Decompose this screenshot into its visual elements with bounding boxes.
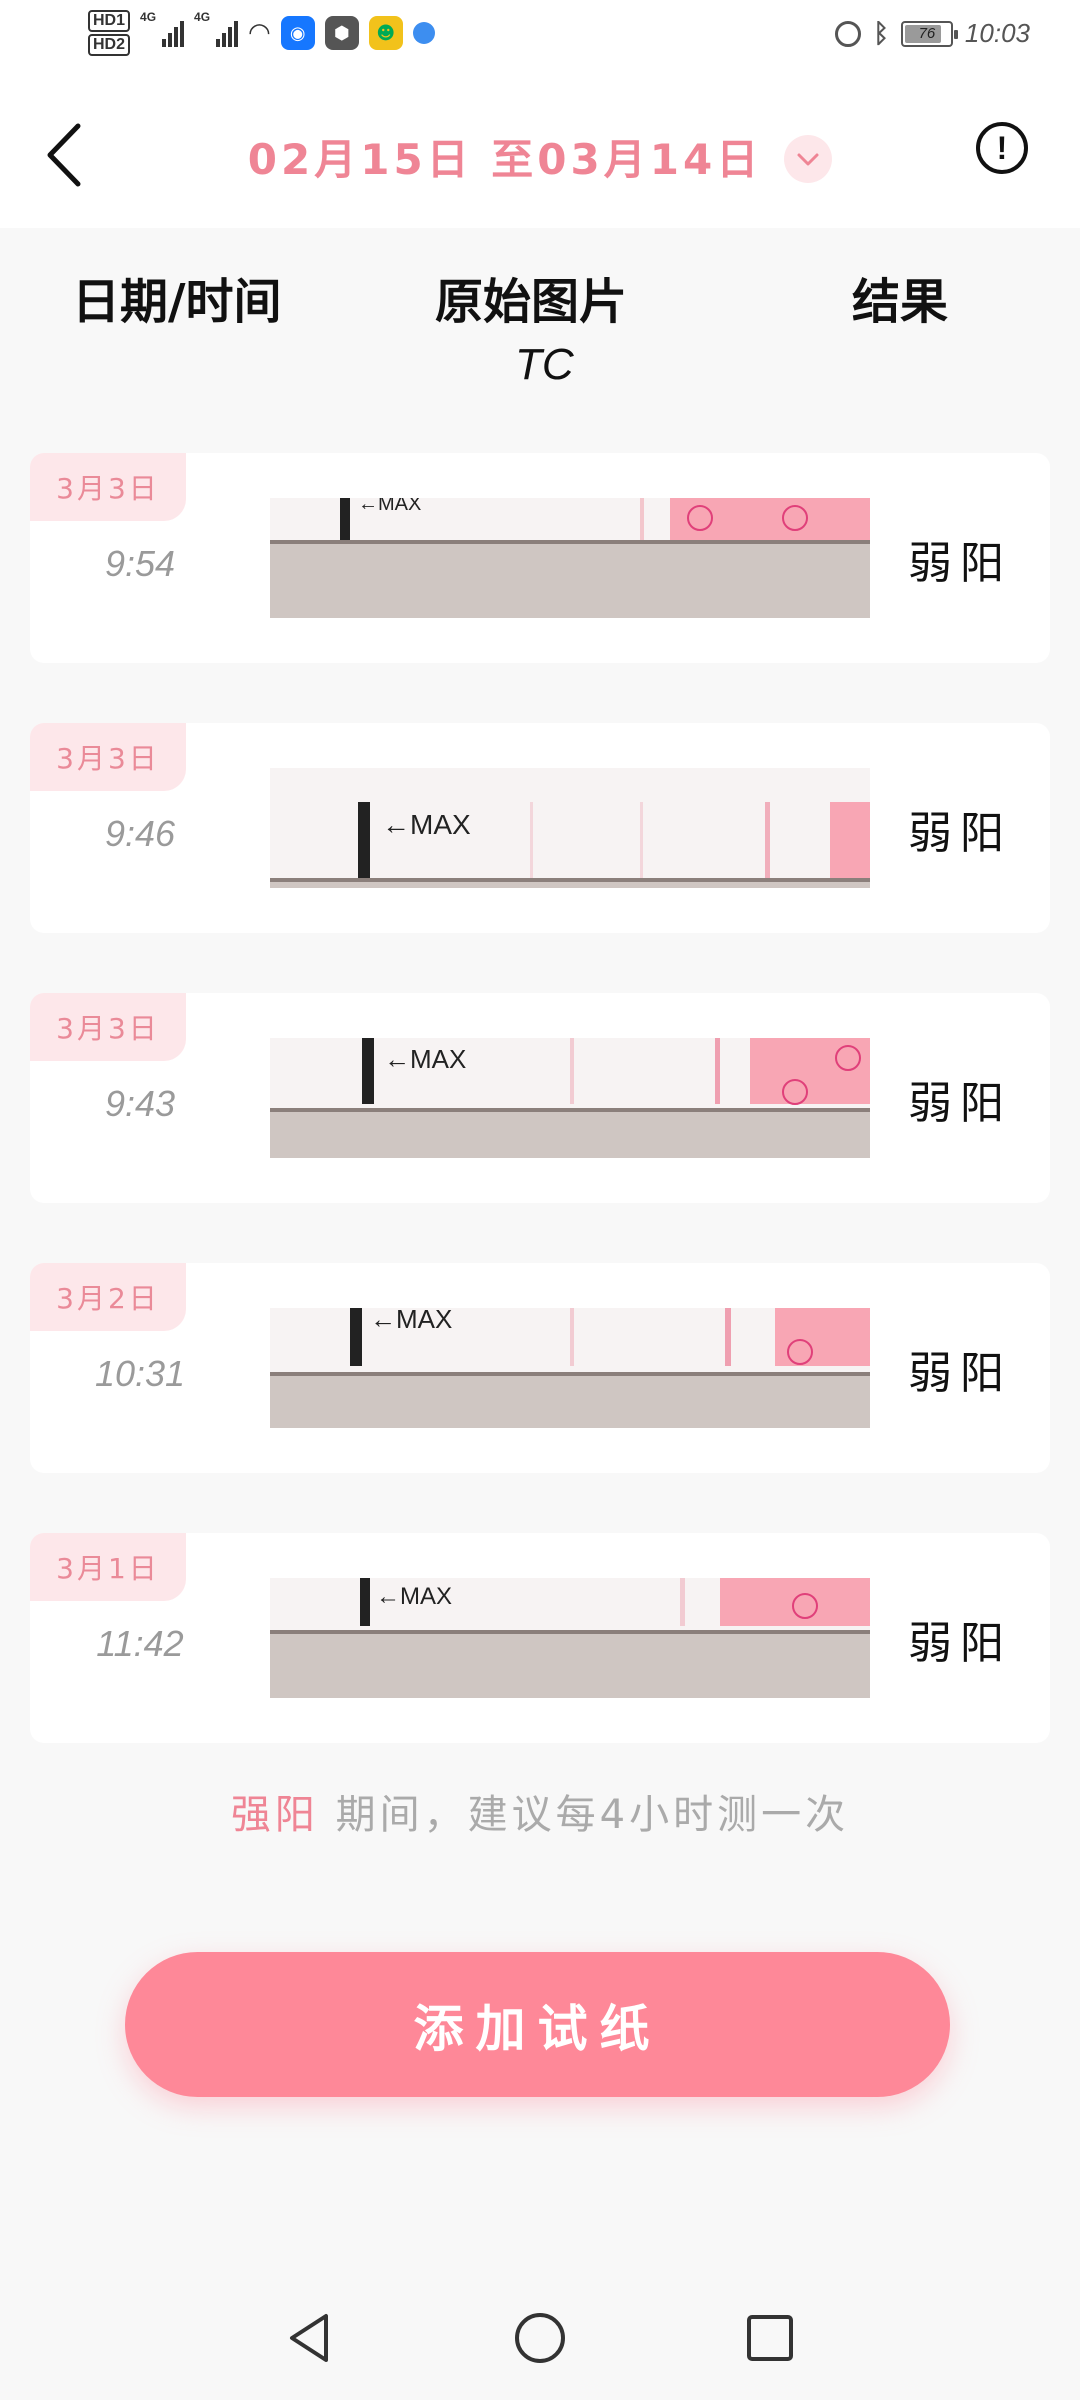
result-label: 弱阳	[908, 1348, 1012, 1399]
record-time: 10:31	[94, 1353, 186, 1394]
result-label: 弱阳	[908, 1618, 1012, 1669]
result-label: 弱阳	[908, 538, 1012, 589]
test-frequency-hint: 强阳 期间，建议每4小时测一次	[0, 1782, 1080, 1840]
test-record-card[interactable]: 3月3日 9:43 ←MAX 弱阳	[30, 993, 1050, 1203]
date-range-selector[interactable]: 02月15日 至03月14日	[0, 126, 1080, 187]
record-time: 11:42	[96, 1623, 184, 1664]
date-range-label[interactable]: 02月15日 至03月14日	[248, 135, 762, 184]
svg-text:←MAX: ←MAX	[382, 809, 471, 840]
record-time: 9:43	[104, 1083, 176, 1124]
test-strip-photo[interactable]: ←MAX	[270, 498, 870, 618]
record-date-tag: 3月2日	[30, 1263, 186, 1331]
record-date-tag: 3月1日	[30, 1533, 186, 1601]
result-label: 弱阳	[908, 1078, 1012, 1129]
wifi-icon: ◠	[248, 18, 271, 48]
system-nav-bar	[0, 2280, 1080, 2400]
add-test-strip-button[interactable]: 添加试纸	[125, 1952, 950, 2097]
record-time: 9:46	[104, 813, 176, 854]
app-icon: ◉	[280, 16, 315, 50]
app-icon: ☻	[368, 16, 403, 50]
battery-level: 76	[918, 25, 936, 42]
svg-text:←MAX: ←MAX	[384, 1044, 466, 1074]
test-record-card[interactable]: 3月1日 11:42 ←MAX 弱阳	[30, 1533, 1050, 1743]
globe-icon	[412, 22, 435, 44]
hint-highlight: 强阳	[230, 1792, 319, 1838]
column-header-date-time: 日期/时间	[72, 274, 282, 330]
bluetooth-icon: ᛒ	[873, 18, 889, 49]
test-strip-photo[interactable]: ←MAX	[270, 1578, 870, 1698]
svg-text:←MAX: ←MAX	[376, 1583, 452, 1610]
record-date-tag: 3月3日	[30, 453, 186, 521]
alarm-icon	[835, 20, 862, 47]
test-record-card[interactable]: 3月2日 10:31 ←MAX 弱阳	[30, 1263, 1050, 1473]
test-strip-photo[interactable]: ←MAX	[270, 768, 870, 888]
test-strip-photo[interactable]: ←MAX	[270, 1308, 870, 1428]
info-icon[interactable]: !	[976, 122, 1028, 174]
column-header-result: 结果	[852, 274, 949, 330]
test-strip-photo[interactable]: ←MAX	[270, 1038, 870, 1158]
clock: 10:03	[964, 18, 1030, 48]
svg-text:←MAX: ←MAX	[358, 498, 421, 515]
hd-indicator: HD1 HD2	[88, 10, 131, 56]
tc-label: TC	[515, 340, 574, 389]
record-date-tag: 3月3日	[30, 993, 186, 1061]
signal-icon	[216, 19, 239, 47]
network-type-2: 4G	[194, 10, 211, 24]
chevron-down-icon[interactable]	[784, 134, 833, 183]
hd1-badge: HD1	[88, 10, 131, 32]
test-record-card[interactable]: 3月3日 9:54 ←MAX 弱阳	[30, 453, 1050, 663]
shield-icon: ⬢	[324, 16, 359, 50]
record-time: 9:54	[104, 543, 176, 584]
result-label: 弱阳	[908, 808, 1012, 859]
column-header-image: 原始图片	[435, 274, 628, 330]
signal-icon	[162, 19, 185, 47]
nav-back-icon[interactable]	[280, 2308, 340, 2368]
hint-text: 期间，建议每4小时测一次	[318, 1792, 850, 1838]
battery-icon: 76	[900, 20, 958, 47]
hd2-badge: HD2	[88, 34, 131, 56]
nav-home-icon[interactable]	[510, 2308, 570, 2368]
network-type-1: 4G	[140, 10, 157, 24]
status-bar: HD1 HD2 4G 4G ◠ ◉ ⬢ ☻ ᛒ 76 10:03	[0, 0, 1080, 80]
header-bar: 02月15日 至03月14日 !	[0, 80, 1080, 228]
nav-recents-icon[interactable]	[740, 2308, 800, 2368]
test-record-card[interactable]: 3月3日 9:46 ←MAX 弱阳	[30, 723, 1050, 933]
record-date-tag: 3月3日	[30, 723, 186, 791]
svg-text:←MAX: ←MAX	[370, 1308, 452, 1334]
